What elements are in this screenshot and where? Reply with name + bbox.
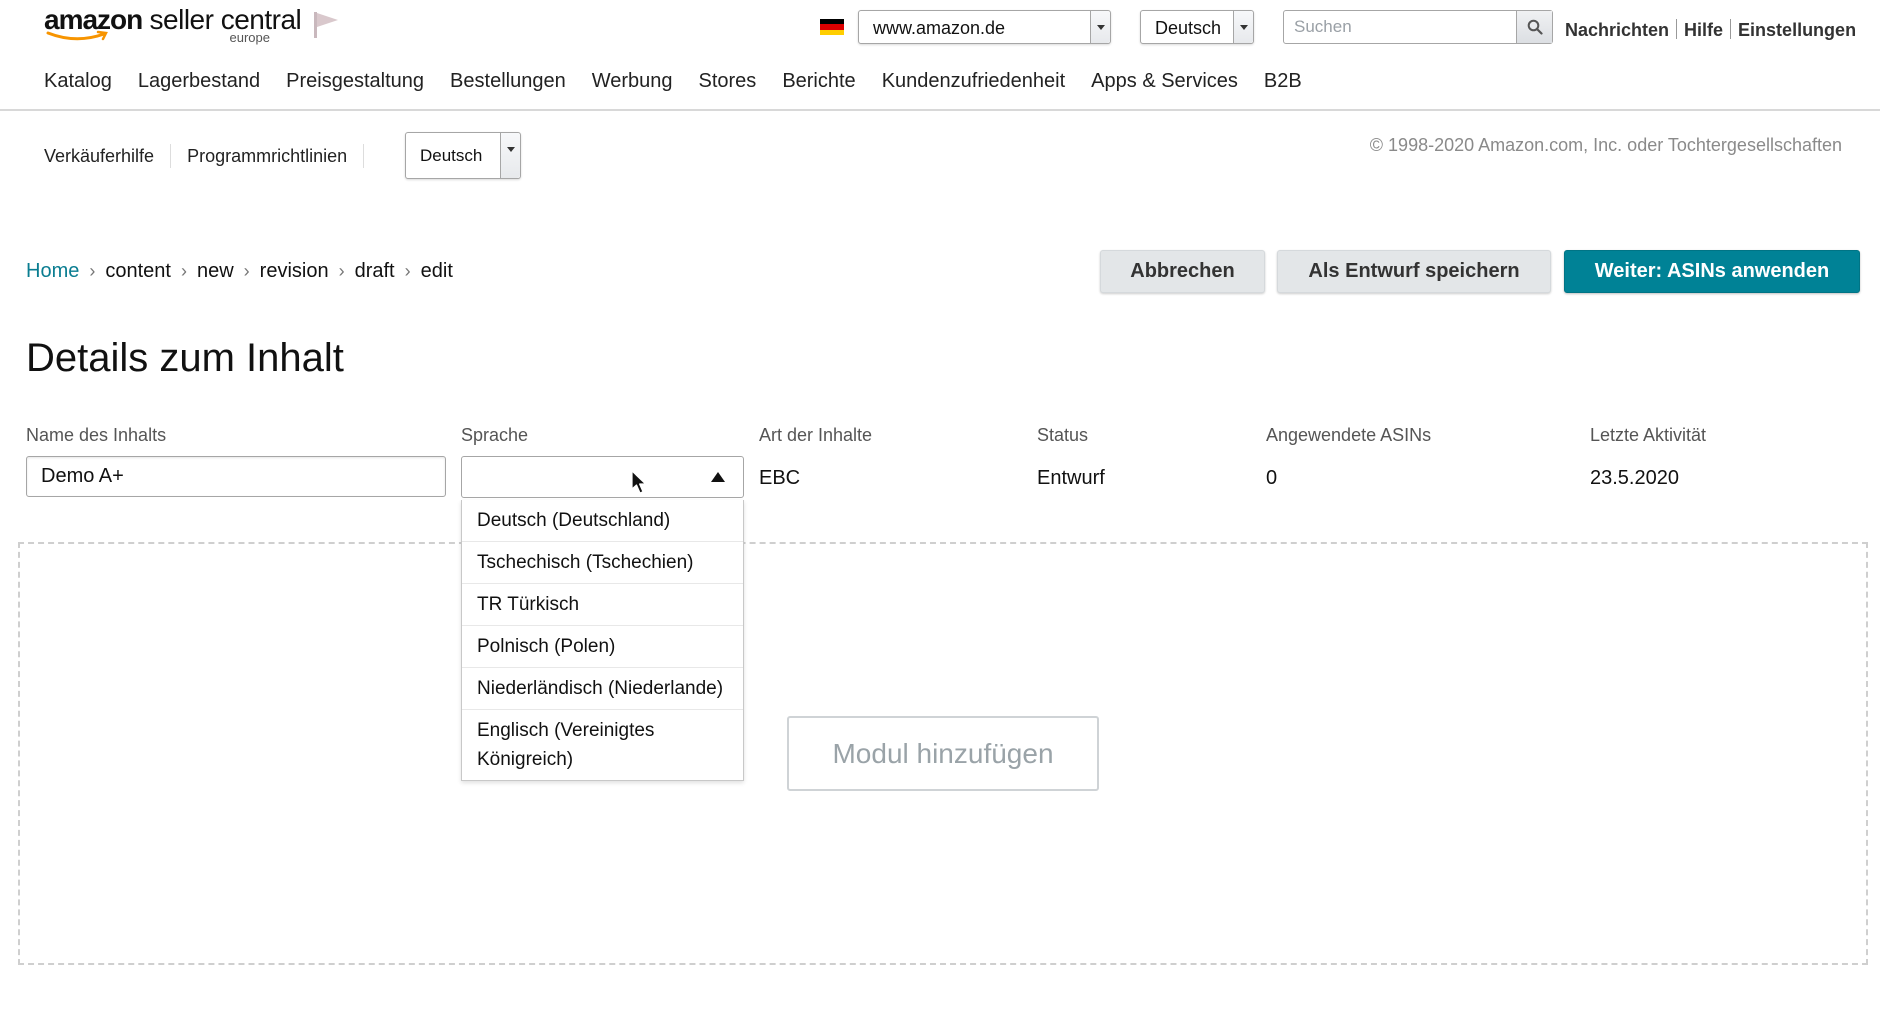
- chevron-down-icon: [1090, 11, 1110, 43]
- nav-item-katalog[interactable]: Katalog: [44, 70, 112, 92]
- search-icon: [1527, 19, 1543, 35]
- search-button[interactable]: [1516, 11, 1552, 43]
- language-label: Sprache: [461, 425, 529, 445]
- logo-region: europe: [229, 30, 270, 45]
- apply-asins-button[interactable]: Weiter: ASINs anwenden: [1564, 250, 1860, 293]
- applied-asins-label: Angewendete ASINs: [1266, 425, 1432, 445]
- applied-asins-value: 0: [1266, 467, 1278, 489]
- language-select[interactable]: [461, 456, 744, 498]
- language-option[interactable]: Niederländisch (Niederlande): [462, 668, 743, 710]
- breadcrumb-item: revision: [259, 260, 329, 282]
- header-links: Nachrichten Hilfe Einstellungen: [1565, 19, 1856, 41]
- status-value: Entwurf: [1037, 467, 1105, 489]
- language-option[interactable]: Englisch (Vereinigtes Königreich): [462, 710, 743, 780]
- content-type-label: Art der Inhalte: [759, 425, 873, 445]
- amazon-seller-central-logo[interactable]: amazon seller central europe: [44, 2, 302, 46]
- add-module-button[interactable]: Modul hinzufügen: [787, 716, 1099, 791]
- language-options-list: Deutsch (Deutschland) Tschechisch (Tsche…: [461, 500, 744, 781]
- nav-item-stores[interactable]: Stores: [699, 70, 757, 92]
- nav-item-apps-services[interactable]: Apps & Services: [1091, 70, 1238, 92]
- search-input[interactable]: [1284, 11, 1516, 43]
- copyright-text: © 1998-2020 Amazon.com, Inc. oder Tochte…: [1369, 135, 1842, 155]
- nav-item-werbung[interactable]: Werbung: [592, 70, 673, 92]
- save-draft-button[interactable]: Als Entwurf speichern: [1277, 250, 1551, 293]
- divider: [363, 144, 365, 168]
- nav-item-lagerbestand[interactable]: Lagerbestand: [138, 70, 260, 92]
- chevron-right-icon: ›: [89, 261, 96, 281]
- nav-item-b2b[interactable]: B2B: [1264, 70, 1302, 92]
- cancel-button[interactable]: Abbrechen: [1100, 250, 1265, 293]
- nav-divider: [0, 109, 1880, 111]
- main-nav: Katalog Lagerbestand Preisgestaltung Bestel…: [44, 70, 1328, 100]
- language-option[interactable]: Polnisch (Polen): [462, 626, 743, 668]
- name-label: Name des Inhalts: [26, 425, 167, 445]
- breadcrumb: Home › content › new › revision › draft › edit: [26, 260, 453, 283]
- top-bar: amazon seller central europe www.amazon.…: [0, 0, 1880, 56]
- divider: [1676, 19, 1678, 39]
- content-type-value: EBC: [759, 467, 801, 489]
- last-activity-value: 23.5.2020: [1590, 467, 1679, 489]
- program-policies-link[interactable]: Programmrichtlinien: [187, 146, 347, 166]
- flag-icon[interactable]: [312, 10, 340, 40]
- germany-flag-icon: [820, 19, 844, 35]
- breadcrumb-item: edit: [420, 260, 453, 282]
- language-option[interactable]: Tschechisch (Tschechien): [462, 542, 743, 584]
- mouse-cursor-icon: [631, 470, 647, 494]
- chevron-right-icon: ›: [180, 261, 187, 281]
- settings-link[interactable]: Einstellungen: [1738, 20, 1856, 40]
- breadcrumb-item: new: [196, 260, 234, 282]
- divider: [1730, 19, 1732, 39]
- chevron-down-icon: [1233, 11, 1253, 43]
- nav-item-bestellungen[interactable]: Bestellungen: [450, 70, 566, 92]
- last-activity-label: Letzte Aktivität: [1590, 425, 1707, 445]
- nav-item-preisgestaltung[interactable]: Preisgestaltung: [286, 70, 424, 92]
- help-link[interactable]: Hilfe: [1684, 20, 1723, 40]
- breadcrumb-home[interactable]: Home: [26, 260, 79, 282]
- page-title: Details zum Inhalt: [26, 336, 344, 380]
- status-label: Status: [1037, 425, 1089, 445]
- chevron-right-icon: ›: [338, 261, 345, 281]
- chevron-down-icon: [500, 133, 520, 178]
- search-box: [1283, 10, 1553, 44]
- content-name-input[interactable]: [26, 456, 446, 497]
- amazon-smile-icon: [46, 30, 108, 41]
- header-language-select[interactable]: Deutsch: [1140, 10, 1254, 44]
- chevron-right-icon: ›: [243, 261, 250, 281]
- sub-nav: Verkäuferhilfe Programmrichtlinien: [44, 144, 380, 168]
- nav-item-berichte[interactable]: Berichte: [782, 70, 855, 92]
- seller-help-link[interactable]: Verkäuferhilfe: [44, 146, 154, 166]
- nav-item-kundenzufriedenheit[interactable]: Kundenzufriedenheit: [882, 70, 1065, 92]
- divider: [170, 144, 172, 168]
- language-option[interactable]: Deutsch (Deutschland): [462, 500, 743, 542]
- language-option[interactable]: TR Türkisch: [462, 584, 743, 626]
- arrow-up-icon: [711, 472, 725, 482]
- marketplace-select[interactable]: www.amazon.de: [858, 10, 1111, 44]
- footer-language-select[interactable]: Deutsch: [405, 132, 521, 179]
- chevron-right-icon: ›: [404, 261, 411, 281]
- breadcrumb-item: draft: [354, 260, 395, 282]
- messages-link[interactable]: Nachrichten: [1565, 20, 1669, 40]
- breadcrumb-item: content: [105, 260, 171, 282]
